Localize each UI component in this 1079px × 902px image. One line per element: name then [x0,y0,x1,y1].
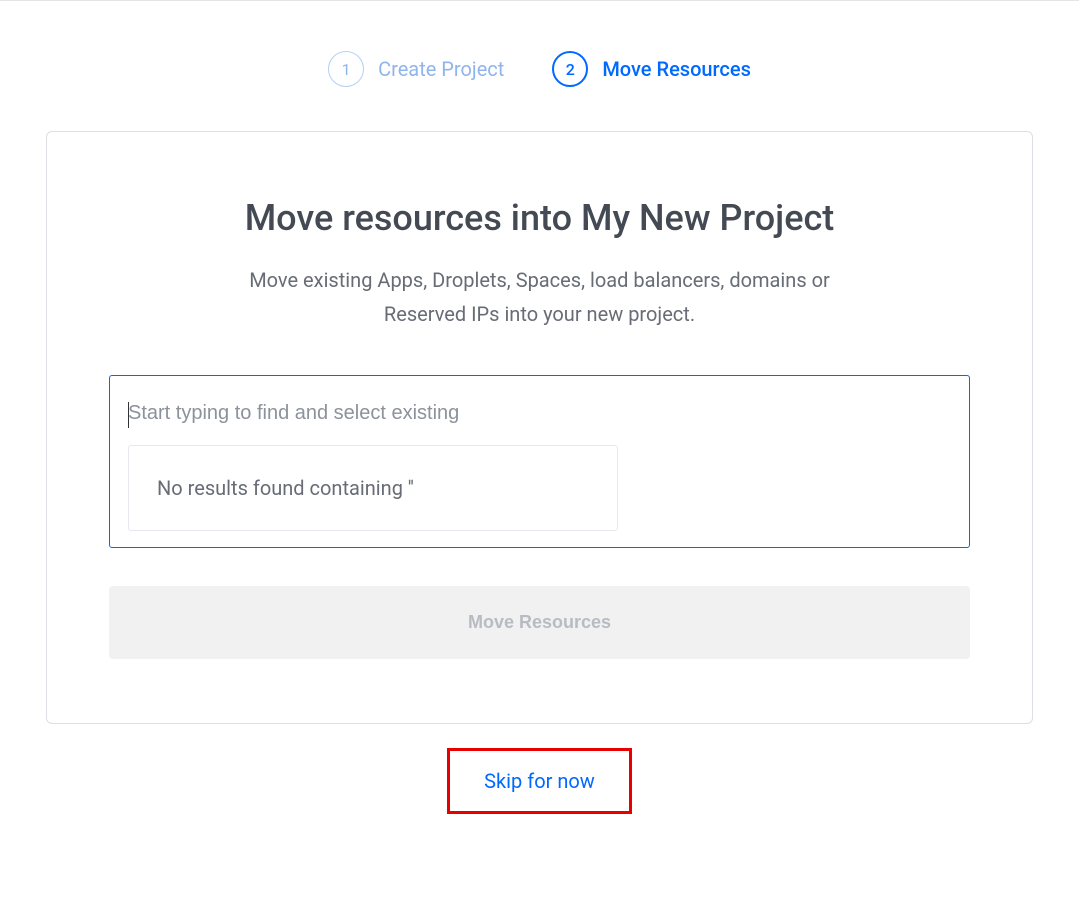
search-results-dropdown: No results found containing '' [128,445,618,531]
step-label-move-resources: Move Resources [602,57,751,81]
move-resources-card: Move resources into My New Project Move … [46,131,1033,724]
move-resources-button[interactable]: Move Resources [109,586,970,659]
resource-search-box[interactable]: No results found containing '' [109,375,970,548]
card-title: Move resources into My New Project [109,197,970,239]
skip-for-now-link[interactable]: Skip for now [447,748,632,814]
no-results-text: No results found containing '' [157,476,414,500]
stepper: 1 Create Project 2 Move Resources [0,1,1079,131]
step-number-1: 1 [328,51,364,87]
step-create-project: 1 Create Project [328,51,504,87]
text-cursor-icon [128,402,129,428]
step-move-resources: 2 Move Resources [552,51,751,87]
step-number-2: 2 [552,51,588,87]
card-subtext: Move existing Apps, Droplets, Spaces, lo… [220,263,860,331]
resource-search-input[interactable] [128,402,951,425]
step-label-create-project: Create Project [378,57,504,81]
